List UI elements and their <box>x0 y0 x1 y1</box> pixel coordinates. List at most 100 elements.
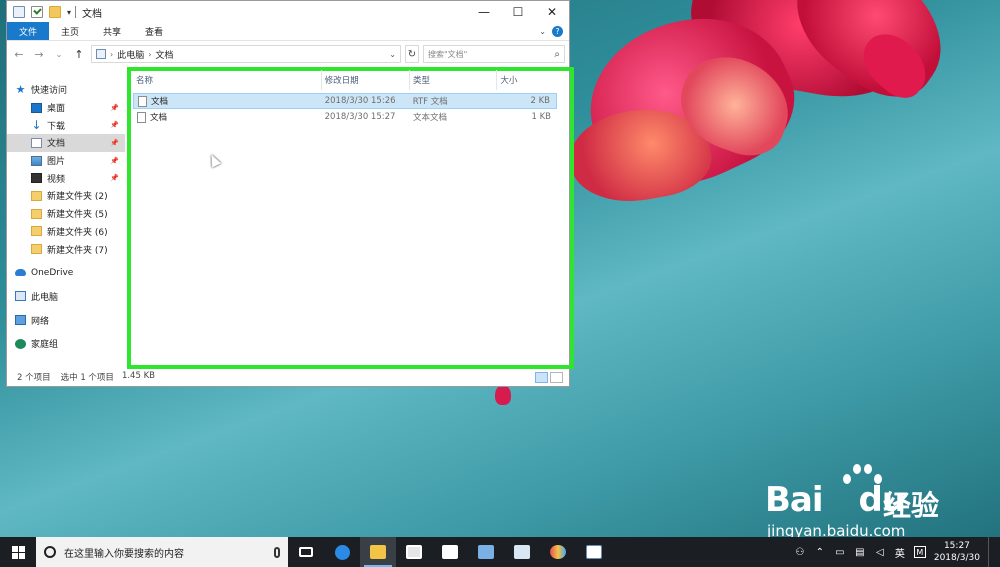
clock[interactable]: 15:27 2018/3/30 <box>934 540 980 564</box>
nav-onedrive[interactable]: OneDrive <box>7 264 125 282</box>
refresh-icon[interactable]: ↻ <box>405 45 419 63</box>
title-bar[interactable]: ▾ 文档 — ☐ ✕ <box>7 1 569 23</box>
column-header-type[interactable]: 类型 <box>410 70 498 90</box>
taskbar-search-box[interactable]: 在这里输入你要搜索的内容 <box>36 537 288 567</box>
network-app-taskbar-button[interactable] <box>468 537 504 567</box>
nav-item-pictures[interactable]: 图片 📌 <box>7 152 125 170</box>
new-folder-icon[interactable] <box>49 6 61 18</box>
window-title: 文档 <box>82 8 103 20</box>
details-view-icon[interactable] <box>535 371 548 383</box>
window-controls: — ☐ ✕ <box>467 1 569 23</box>
breadcrumb-separator-icon[interactable]: › <box>148 50 151 59</box>
title-separator <box>75 6 77 18</box>
jingyan-label: 经验 <box>883 489 940 522</box>
computer-icon <box>96 49 106 59</box>
nav-label: OneDrive <box>31 267 74 278</box>
input-language[interactable]: 英 <box>894 546 906 560</box>
breadcrumb-documents[interactable]: 文档 <box>155 48 173 61</box>
network-status-icon[interactable]: ▤ <box>854 546 866 558</box>
expand-ribbon-icon[interactable]: ⌄ <box>539 27 546 36</box>
nav-item-folder-5[interactable]: 新建文件夹 (5) <box>7 205 125 223</box>
nav-item-documents[interactable]: 文档 📌 <box>7 134 125 152</box>
search-input[interactable]: 搜索"文档" ⌕ <box>423 45 565 63</box>
pin-icon[interactable]: 📌 <box>110 139 119 147</box>
checkmark-icon[interactable] <box>31 6 43 18</box>
pin-icon[interactable]: 📌 <box>110 121 119 129</box>
tab-view[interactable]: 查看 <box>133 22 175 40</box>
maximize-button[interactable]: ☐ <box>501 1 535 23</box>
pin-icon[interactable]: 📌 <box>110 174 119 182</box>
address-bar[interactable]: › 此电脑 › 文档 ⌄ <box>91 45 401 63</box>
control-panel-taskbar-button[interactable] <box>504 537 540 567</box>
file-rows: 文档 2018/3/30 15:26 RTF 文档 2 KB 文档 2018/3… <box>133 93 557 125</box>
file-size: 1 KB <box>531 112 551 122</box>
people-icon[interactable]: ⚇ <box>794 546 806 558</box>
minimize-button[interactable]: — <box>467 1 501 23</box>
nav-this-pc[interactable]: 此电脑 <box>7 288 125 306</box>
nav-label: 新建文件夹 (5) <box>47 210 108 221</box>
pin-icon[interactable]: 📌 <box>110 104 119 112</box>
nav-item-folder-7[interactable]: 新建文件夹 (7) <box>7 240 125 258</box>
nav-network[interactable]: 网络 <box>7 311 125 329</box>
explorer-body: ★ 快速访问 桌面 📌 ↓ 下载 📌 文档 📌 图片 📌 视频 📌 新建文件夹 … <box>7 67 574 369</box>
quick-access-dropdown-icon[interactable]: ▾ <box>67 8 71 17</box>
folder-icon <box>31 226 42 237</box>
microphone-icon[interactable] <box>274 546 280 558</box>
nav-homegroup[interactable]: 家庭组 <box>7 335 125 353</box>
nav-label: 视频 <box>47 174 66 185</box>
show-hidden-icons-chevron-icon[interactable]: ⌃ <box>814 546 826 558</box>
file-date: 2018/3/30 15:27 <box>324 112 396 122</box>
properties-icon[interactable] <box>13 6 25 18</box>
file-row[interactable]: 文档 2018/3/30 15:27 文本文档 1 KB <box>133 109 557 125</box>
breadcrumb-separator-icon[interactable]: › <box>110 50 113 59</box>
nav-label: 此电脑 <box>31 292 59 303</box>
ime-mode-indicator[interactable]: M <box>913 546 926 558</box>
up-arrow-icon[interactable]: ↑ <box>71 46 87 62</box>
address-dropdown-icon[interactable]: ⌄ <box>389 50 396 59</box>
file-explorer-window: ▾ 文档 — ☐ ✕ 文件 主页 共享 查看 ⌄ ? ← → ⌄ ↑ › 此电脑… <box>6 0 574 387</box>
column-header-size[interactable]: 大小 <box>497 70 557 90</box>
close-button[interactable]: ✕ <box>535 1 569 23</box>
nav-item-folder-6[interactable]: 新建文件夹 (6) <box>7 223 125 241</box>
paint-icon <box>550 545 566 559</box>
pictures-icon <box>31 155 42 166</box>
forward-arrow-icon[interactable]: → <box>31 46 47 62</box>
search-icon[interactable]: ⌕ <box>554 49 560 60</box>
file-date: 2018/3/30 15:26 <box>324 96 396 106</box>
show-desktop-button[interactable] <box>988 537 992 567</box>
battery-icon[interactable]: ▭ <box>834 546 846 558</box>
nav-item-desktop[interactable]: 桌面 📌 <box>7 99 125 117</box>
task-view-button[interactable] <box>288 537 324 567</box>
file-list-pane[interactable]: 名称 修改日期 类型 大小 文档 2018/3/30 15:26 RTF 文档 … <box>125 67 574 369</box>
nav-item-downloads[interactable]: ↓ 下载 📌 <box>7 116 125 134</box>
help-icon[interactable]: ? <box>552 26 563 37</box>
file-row[interactable]: 文档 2018/3/30 15:26 RTF 文档 2 KB <box>133 93 557 109</box>
file-explorer-taskbar-button[interactable] <box>360 537 396 567</box>
taskbar: 在这里输入你要搜索的内容 ⚇ ⌃ ▭ ▤ ◁ 英 M 15:27 2018/3/… <box>0 537 1000 567</box>
volume-icon[interactable]: ◁ <box>874 546 886 558</box>
breadcrumb-this-pc[interactable]: 此电脑 <box>117 48 144 61</box>
edge-taskbar-button[interactable] <box>324 537 360 567</box>
tab-home[interactable]: 主页 <box>49 22 91 40</box>
mail-taskbar-button[interactable] <box>432 537 468 567</box>
folder-icon <box>31 244 42 255</box>
nav-quick-access[interactable]: ★ 快速访问 <box>7 81 125 99</box>
back-arrow-icon[interactable]: ← <box>11 46 27 62</box>
column-header-name[interactable]: 名称 <box>133 70 322 90</box>
recent-locations-chevron-icon[interactable]: ⌄ <box>51 46 67 62</box>
nav-item-folder-2[interactable]: 新建文件夹 (2) <box>7 187 125 205</box>
homegroup-icon <box>15 338 26 349</box>
file-type: 文本文档 <box>413 113 448 123</box>
star-icon: ★ <box>15 82 26 96</box>
pin-icon[interactable]: 📌 <box>110 157 119 165</box>
column-header-date[interactable]: 修改日期 <box>322 70 411 90</box>
large-icons-view-icon[interactable] <box>550 371 563 383</box>
tab-share[interactable]: 共享 <box>91 22 133 40</box>
tab-file[interactable]: 文件 <box>7 22 50 40</box>
start-button[interactable] <box>0 537 36 567</box>
paint-taskbar-button[interactable] <box>540 537 576 567</box>
notepad-taskbar-button[interactable] <box>576 537 612 567</box>
store-taskbar-button[interactable] <box>396 537 432 567</box>
baidu-brand-bai: Bai <box>765 480 824 520</box>
nav-item-videos[interactable]: 视频 📌 <box>7 169 125 187</box>
